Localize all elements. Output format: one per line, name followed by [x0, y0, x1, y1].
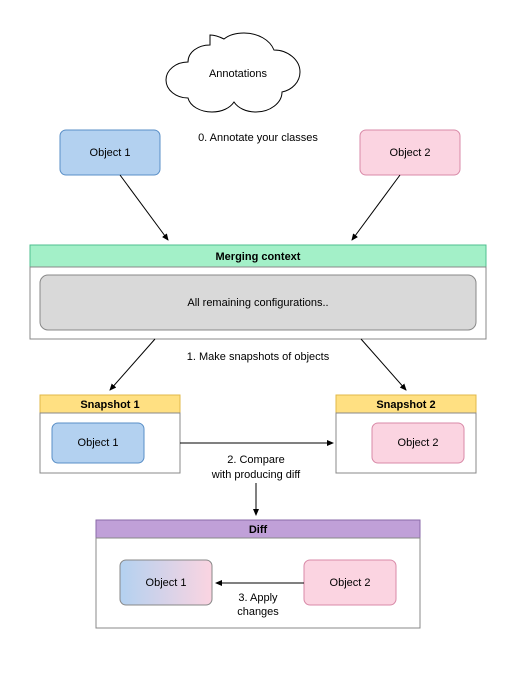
arrow-obj2-to-context	[352, 175, 400, 240]
snapshot-1-title: Snapshot 1	[80, 399, 139, 411]
snapshot-2-title: Snapshot 2	[376, 399, 435, 411]
snapshot-1-object-label: Object 1	[78, 437, 119, 449]
object-2-box: Object 2	[360, 130, 460, 175]
diagram-canvas: Annotations 0. Annotate your classes Obj…	[0, 0, 516, 679]
annotations-label: Annotations	[209, 68, 268, 80]
step-3-label-a: 3. Apply	[238, 592, 278, 604]
object-2-label: Object 2	[390, 147, 431, 159]
diff-object-1-label: Object 1	[146, 577, 187, 589]
diff-title: Diff	[249, 524, 268, 536]
object-1-box: Object 1	[60, 130, 160, 175]
object-1-label: Object 1	[90, 147, 131, 159]
annotations-cloud: Annotations	[166, 33, 300, 112]
step-1-label: 1. Make snapshots of objects	[187, 351, 330, 363]
merging-context-title: Merging context	[216, 251, 301, 263]
arrow-context-to-snap2	[361, 339, 406, 390]
arrow-obj1-to-context	[120, 175, 168, 240]
step-0-label: 0. Annotate your classes	[198, 132, 318, 144]
snapshot-2-object-label: Object 2	[398, 437, 439, 449]
arrow-context-to-snap1	[110, 339, 155, 390]
merging-context-block: Merging context All remaining configurat…	[30, 245, 486, 339]
merging-context-body: All remaining configurations..	[187, 297, 328, 309]
snapshot-2-block: Snapshot 2 Object 2	[336, 395, 476, 473]
diff-object-2-label: Object 2	[330, 577, 371, 589]
step-3-label-b: changes	[237, 606, 279, 618]
step-2-label-b: with producing diff	[211, 469, 301, 481]
step-2-label-a: 2. Compare	[227, 454, 284, 466]
snapshot-1-block: Snapshot 1 Object 1	[40, 395, 180, 473]
diff-block: Diff Object 1 Object 2 3. Apply changes	[96, 520, 420, 628]
